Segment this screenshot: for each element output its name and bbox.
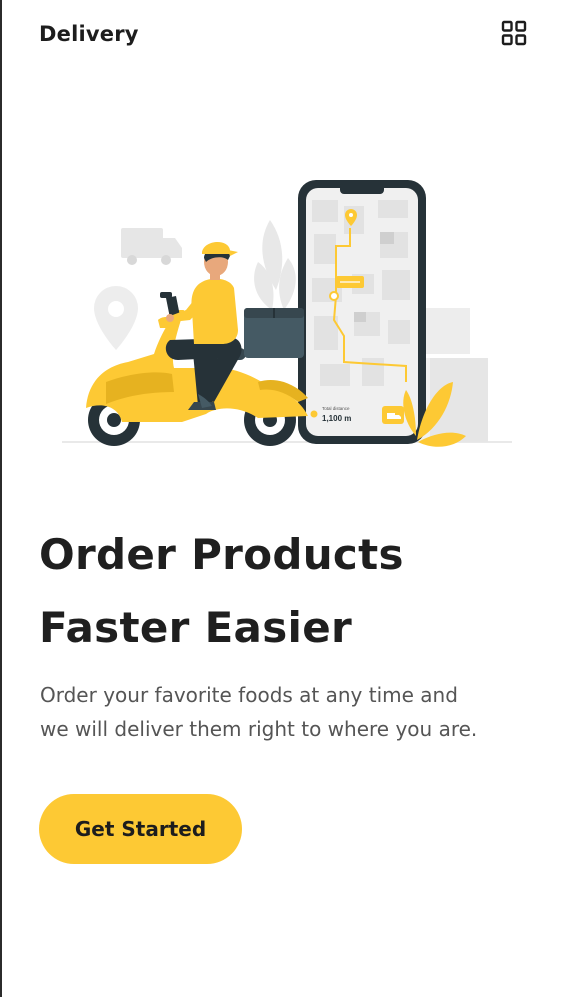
plant-icon	[254, 220, 296, 310]
hero-subtitle: Order your favorite foods at any time an…	[40, 678, 540, 746]
subtitle-line-2: we will deliver them right to where you …	[40, 717, 478, 741]
menu-button[interactable]	[501, 20, 527, 46]
hero-headline: Order Products Faster Easier	[39, 518, 539, 664]
screen: Delivery Total distance 1,100 m Order Pr…	[0, 0, 562, 997]
truck-icon	[121, 228, 182, 265]
distance-value: 1,100 m	[322, 414, 351, 423]
delivery-illustration: Total distance 1,100 m	[62, 170, 532, 460]
subtitle-line-1: Order your favorite foods at any time an…	[40, 683, 458, 707]
scooter-delivery-illustration: Total distance 1,100 m	[62, 180, 512, 447]
top-bar: Delivery	[2, 0, 562, 80]
headline-line-1: Order Products	[39, 530, 404, 579]
distance-label: Total distance	[322, 406, 350, 411]
headline-line-2: Faster Easier	[39, 603, 352, 652]
get-started-button[interactable]: Get Started	[39, 794, 242, 864]
brand-title: Delivery	[39, 22, 139, 46]
location-pin-icon	[94, 286, 138, 350]
grid-icon	[501, 20, 527, 46]
